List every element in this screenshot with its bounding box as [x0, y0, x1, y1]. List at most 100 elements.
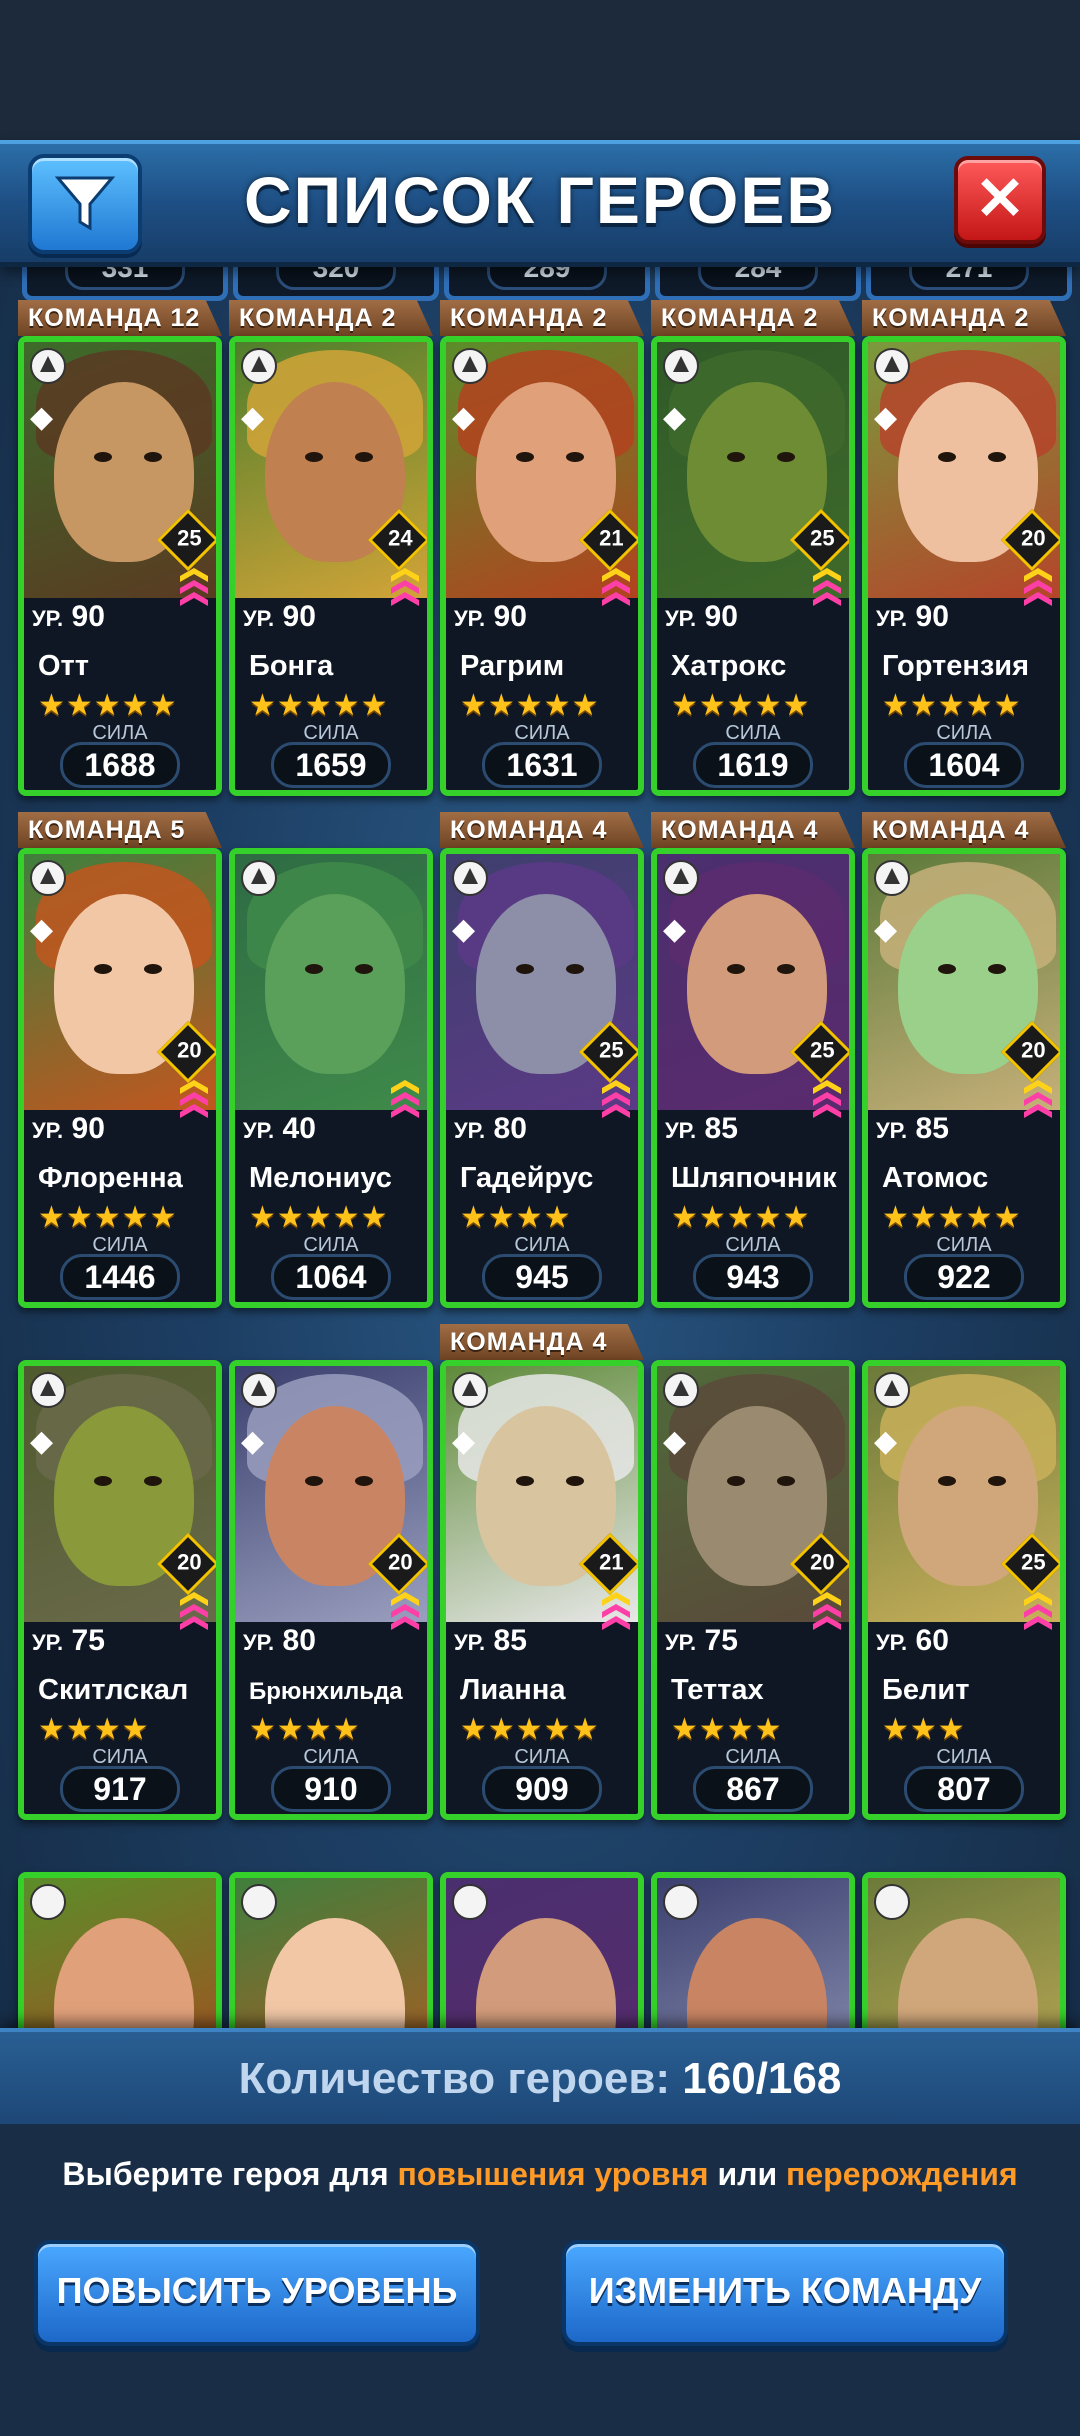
hero-stars: ★★★★	[249, 1713, 361, 1746]
hero-power: 1064	[271, 1254, 391, 1300]
class-icon	[874, 1884, 910, 1920]
level-prefix: УР.	[32, 1118, 64, 1143]
portrait-eye	[727, 964, 745, 974]
hero-power: 1619	[693, 742, 813, 788]
portrait-eye	[566, 452, 584, 462]
portrait-eye	[305, 964, 323, 974]
hero-card[interactable]: ◆ 25 УР. 60 Белит ★★★ СИЛА 807	[862, 1360, 1066, 1820]
level-value: 80	[493, 1112, 527, 1145]
hero-name: Бонга	[249, 650, 334, 682]
limit-value: 24	[388, 525, 413, 551]
rank-chevron-icon	[391, 1080, 419, 1118]
hero-card[interactable]: ◆ 25 УР. 90 Отт ★★★★★ СИЛА 1688	[18, 336, 222, 796]
hero-card[interactable]: ◆ 20 УР. 90 Флоренна ★★★★★ СИЛА 1446	[18, 848, 222, 1308]
portrait-eye	[777, 964, 795, 974]
portrait-eye	[305, 452, 323, 462]
hero-stars: ★★★★★	[38, 1201, 178, 1234]
hero-card[interactable]: УР. 40 Мелониус ★★★★★ СИЛА 1064	[229, 848, 433, 1308]
class-icon	[452, 1884, 488, 1920]
trophy-icon: ◆	[452, 1425, 476, 1458]
team-tag: КОМАНДА 2	[440, 300, 644, 336]
limit-value: 25	[810, 1037, 835, 1063]
team-tag: КОМАНДА 4	[651, 812, 855, 848]
portrait-eye	[777, 1476, 795, 1486]
hero-stars: ★★★★★	[249, 1201, 389, 1234]
sword-icon	[241, 1372, 277, 1408]
hero-card[interactable]: ◆ 25 УР. 90 Хатрокс ★★★★★ СИЛА 1619	[651, 336, 855, 796]
level-value: 40	[282, 1112, 316, 1145]
hero-card[interactable]: ◆ 24 УР. 90 Бонга ★★★★★ СИЛА 1659	[229, 336, 433, 796]
hero-power: 1631	[482, 742, 602, 788]
hero-count: Количество героев: 160/168	[0, 2054, 1080, 2104]
hero-card[interactable]: ◆ 21 УР. 85 Лианна ★★★★★ СИЛА 909	[440, 1360, 644, 1820]
hero-card[interactable]: ◆ 21 УР. 90 Рагрим ★★★★★ СИЛА 1631	[440, 336, 644, 796]
partial-hero-card[interactable]	[18, 1872, 222, 2028]
portrait-eye	[988, 452, 1006, 462]
portrait-eye	[566, 964, 584, 974]
portrait-face	[265, 894, 405, 1074]
hero-power: 943	[693, 1254, 813, 1300]
portrait-face	[265, 1918, 405, 2028]
portrait-eye	[305, 1476, 323, 1486]
level-prefix: УР.	[32, 606, 64, 631]
feather-icon	[874, 1372, 910, 1408]
hero-card[interactable]: ◆ 20 УР. 90 Гортензия ★★★★★ СИЛА 1604	[862, 336, 1066, 796]
portrait-eye	[516, 1476, 534, 1486]
trophy-icon: ◆	[874, 1425, 898, 1458]
fist-icon	[30, 348, 66, 384]
hint-prefix: Выберите героя для	[62, 2156, 389, 2192]
team-tag: КОМАНДА 12	[18, 300, 222, 336]
rank-chevron-icon	[602, 568, 630, 606]
portrait-eye	[938, 452, 956, 462]
hero-card[interactable]: ◆ 20 УР. 85 Атомос ★★★★★ СИЛА 922	[862, 848, 1066, 1308]
fist-icon	[663, 1372, 699, 1408]
limit-value: 20	[177, 1037, 202, 1063]
rank-chevron-icon	[180, 568, 208, 606]
rank-chevron-icon	[813, 1080, 841, 1118]
close-icon: ✕	[974, 165, 1026, 232]
hero-name: Лианна	[460, 1674, 566, 1706]
partial-hero-card[interactable]	[229, 1872, 433, 2028]
hero-card[interactable]: ◆ 20 УР. 75 Теттах ★★★★ СИЛА 867	[651, 1360, 855, 1820]
limit-value: 20	[1021, 1037, 1046, 1063]
hero-name: Скитлскал	[38, 1674, 189, 1706]
portrait-eye	[355, 452, 373, 462]
hero-power: 917	[60, 1766, 180, 1812]
hero-grid[interactable]: 331 320 289 284 271 КОМАНДА 12 ◆ 25 УР. 90 Отт ★★★…	[0, 258, 1080, 2028]
limit-value: 21	[599, 1549, 624, 1575]
level-up-button[interactable]: ПОВЫСИТЬ УРОВЕНЬ	[34, 2240, 480, 2346]
bow-icon	[452, 1372, 488, 1408]
rank-chevron-icon	[1024, 568, 1052, 606]
hero-power: 1446	[60, 1254, 180, 1300]
rank-chevron-icon	[1024, 1592, 1052, 1630]
partial-hero-card[interactable]	[440, 1872, 644, 2028]
class-icon	[663, 1884, 699, 1920]
hero-level: УР. 40	[243, 1112, 316, 1146]
hero-card[interactable]: ◆ 20 УР. 75 Скитлскал ★★★★ СИЛА 917	[18, 1360, 222, 1820]
level-value: 90	[704, 600, 738, 633]
hero-level: УР. 60	[876, 1624, 949, 1658]
portrait-eye	[777, 452, 795, 462]
level-prefix: УР.	[243, 1630, 275, 1655]
hero-card[interactable]: ◆ 25 УР. 80 Гадейрус ★★★★ СИЛА 945	[440, 848, 644, 1308]
change-team-button[interactable]: ИЗМЕНИТЬ КОМАНДУ	[562, 2240, 1008, 2346]
limit-value: 20	[388, 1549, 413, 1575]
hero-level: УР. 85	[454, 1624, 527, 1658]
close-button[interactable]: ✕	[954, 156, 1046, 244]
hero-card[interactable]: ◆ 25 УР. 85 Шляпочник ★★★★★ СИЛА 943	[651, 848, 855, 1308]
hero-stars: ★★★★★	[882, 689, 1022, 722]
portrait-eye	[727, 1476, 745, 1486]
hero-level: УР. 90	[454, 600, 527, 634]
team-tag: КОМАНДА 4	[440, 1324, 644, 1360]
portrait-eye	[938, 964, 956, 974]
hero-card[interactable]: ◆ 20 УР. 80 Брюнхильда ★★★★ СИЛА 910	[229, 1360, 433, 1820]
limit-value: 25	[810, 525, 835, 551]
level-value: 60	[915, 1624, 949, 1657]
level-value: 90	[282, 600, 316, 633]
partial-hero-card[interactable]	[862, 1872, 1066, 2028]
level-prefix: УР.	[665, 606, 697, 631]
level-value: 85	[915, 1112, 949, 1145]
portrait-eye	[144, 452, 162, 462]
partial-hero-card[interactable]	[651, 1872, 855, 2028]
shield-icon	[452, 860, 488, 896]
